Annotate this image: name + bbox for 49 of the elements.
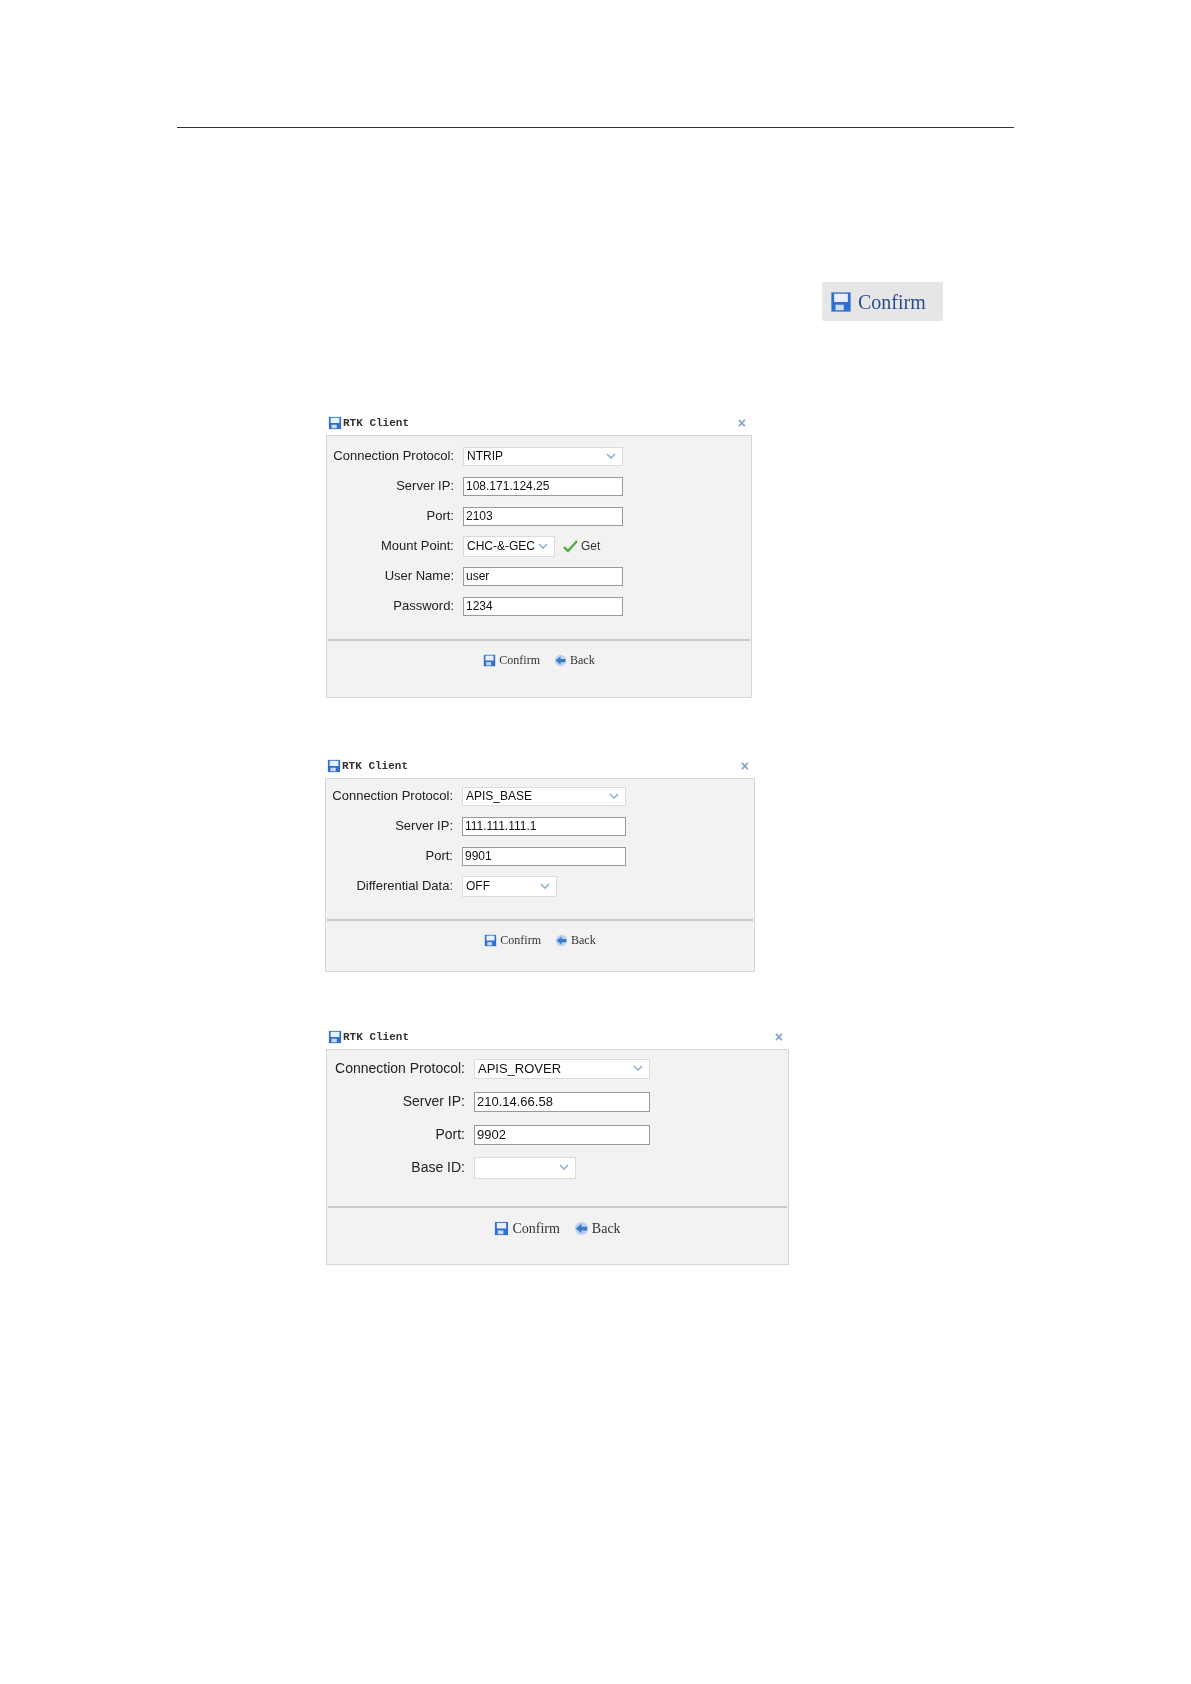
- back-arrow-icon: [555, 933, 568, 947]
- dropdown-field[interactable]: APIS_BASE: [462, 786, 626, 806]
- field-label: User Name:: [383, 567, 455, 586]
- chevron-down-icon: [633, 1065, 643, 1072]
- input-field[interactable]: 210.14.66.58: [474, 1091, 650, 1112]
- field-label: Connection Protocol:: [332, 447, 455, 466]
- dropdown-field[interactable]: [474, 1156, 576, 1179]
- confirm-button[interactable]: Confirm: [822, 282, 943, 321]
- field-label: Mount Point:: [380, 537, 455, 556]
- window-title: RTK Client: [343, 415, 409, 431]
- field-label: Server IP:: [401, 1092, 466, 1111]
- input-field[interactable]: user: [463, 566, 623, 586]
- back-button[interactable]: Back: [573, 1218, 621, 1239]
- input-field[interactable]: 111.111.111.1: [462, 816, 626, 836]
- back-button[interactable]: Back: [554, 651, 595, 669]
- field-label: Server IP:: [394, 817, 454, 836]
- window-title: RTK Client: [342, 758, 408, 774]
- field-label: Password:: [392, 597, 455, 616]
- input-field[interactable]: 108.171.124.25: [463, 476, 623, 496]
- dropdown-field[interactable]: NTRIP: [463, 446, 623, 466]
- chevron-down-icon: [609, 792, 619, 800]
- dropdown-field[interactable]: CHC-&-GEC: [463, 535, 555, 557]
- check-icon: [563, 539, 578, 553]
- get-button[interactable]: Get: [563, 537, 601, 555]
- field-label: Port:: [424, 847, 454, 866]
- field-label: Connection Protocol:: [334, 1059, 466, 1078]
- back-arrow-icon: [573, 1221, 589, 1236]
- input-field[interactable]: 1234: [463, 596, 623, 616]
- window-title: RTK Client: [343, 1029, 409, 1045]
- dropdown-field[interactable]: OFF: [462, 875, 557, 897]
- field-label: Port:: [434, 1125, 466, 1144]
- back-button[interactable]: Back: [555, 931, 596, 949]
- chevron-down-icon: [538, 542, 548, 550]
- field-label: Differential Data:: [355, 877, 454, 896]
- input-field[interactable]: 9901: [462, 846, 626, 866]
- input-field[interactable]: 2103: [463, 506, 623, 526]
- input-field[interactable]: 9902: [474, 1124, 650, 1145]
- field-label: Port:: [425, 507, 455, 526]
- chevron-down-icon: [559, 1164, 569, 1171]
- chevron-down-icon: [606, 452, 616, 460]
- back-arrow-icon: [554, 653, 567, 667]
- confirm-button[interactable]: Confirm: [483, 651, 540, 669]
- dropdown-field[interactable]: APIS_ROVER: [474, 1058, 650, 1079]
- confirm-button[interactable]: Confirm: [484, 931, 541, 949]
- chevron-down-icon: [540, 882, 550, 890]
- confirm-button[interactable]: Confirm: [494, 1218, 560, 1239]
- field-label: Connection Protocol:: [331, 787, 454, 806]
- field-label: Base ID:: [410, 1158, 466, 1177]
- field-label: Server IP:: [395, 477, 455, 496]
